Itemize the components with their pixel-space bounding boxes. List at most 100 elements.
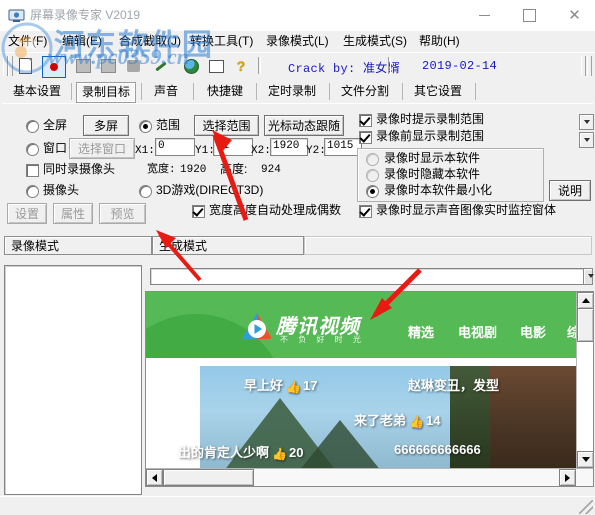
- preview-vertical-scrollbar[interactable]: [576, 292, 593, 468]
- radio-hide-app[interactable]: [366, 169, 379, 182]
- register-icon[interactable]: [205, 56, 227, 76]
- nav-featured[interactable]: 精选: [408, 322, 434, 341]
- checkbox-hint-range[interactable]: [359, 114, 372, 127]
- cursor-follow-button[interactable]: 光标动态跟随: [264, 115, 344, 136]
- scroll-up-button[interactable]: [577, 292, 593, 309]
- tab-divider-2: [141, 83, 142, 100]
- tab-timed-record[interactable]: 定时录制: [263, 82, 321, 101]
- tab-file-split[interactable]: 文件分割: [336, 82, 394, 101]
- file-list[interactable]: [4, 265, 142, 495]
- path-input[interactable]: [150, 268, 588, 285]
- radio-camera[interactable]: [26, 185, 39, 198]
- tab-basic-settings[interactable]: 基本设置: [8, 82, 66, 101]
- x2-label: X2:: [251, 145, 271, 157]
- pen-icon[interactable]: [150, 56, 172, 76]
- scroll-down-button[interactable]: [577, 451, 593, 468]
- thumbs-up-icon: 👍: [272, 447, 287, 461]
- radio-hide-app-label: 录像时隐藏本软件: [384, 167, 481, 181]
- danmaku-count: 17: [302, 378, 318, 393]
- x1-input[interactable]: 0: [155, 138, 195, 156]
- x2-input[interactable]: 1920: [270, 138, 308, 156]
- nav-variety[interactable]: 综: [567, 322, 576, 341]
- checkbox-auto-even[interactable]: [192, 205, 205, 218]
- radio-minimize-app[interactable]: [366, 185, 379, 198]
- resize-grip[interactable]: [579, 500, 593, 514]
- cut-icon[interactable]: [122, 56, 144, 76]
- toolbar-grip-4[interactable]: [587, 56, 592, 76]
- checkbox-record-camera-too[interactable]: [26, 164, 39, 177]
- menu-help[interactable]: 帮助(H): [416, 33, 463, 50]
- explain-button[interactable]: 说明: [549, 180, 591, 201]
- danmaku-item: 赵琳变丑，发型: [408, 375, 499, 394]
- menu-convert[interactable]: 转换工具(T): [187, 33, 256, 50]
- preview-frame: 腾讯视频 不 负 好 时 光 精选 电视剧 电影 综 早上好👍17 赵琳变丑，发: [145, 291, 594, 487]
- select-window-button[interactable]: 选择窗口: [69, 138, 135, 159]
- radio-fullscreen[interactable]: [26, 120, 39, 133]
- tab-other-settings[interactable]: 其它设置: [409, 82, 467, 101]
- horizontal-scroll-thumb[interactable]: [163, 469, 254, 486]
- checkbox-hint-range-label: 录像时提示录制范围: [376, 112, 485, 126]
- danmaku-text: 666666666666: [394, 442, 481, 457]
- scroll-left-button[interactable]: [146, 469, 163, 486]
- y2-label: Y2:: [306, 145, 326, 157]
- radio-show-app[interactable]: [366, 153, 379, 166]
- danmaku-item: 出的肯定人少啊 👍 20: [178, 442, 303, 461]
- select-range-button[interactable]: 选择范围: [194, 115, 259, 136]
- multiscreen-button[interactable]: 多屏: [83, 115, 129, 136]
- toolbar-separator-1: [258, 57, 261, 74]
- title-bar: 屏幕录像专家 V2019 ✕: [0, 0, 595, 32]
- dropdown-arrow-2[interactable]: [579, 132, 594, 148]
- toolbar-grip-3[interactable]: [581, 56, 586, 76]
- vertical-scroll-thumb[interactable]: [577, 308, 593, 342]
- radio-camera-label: 摄像头: [43, 183, 80, 197]
- dropdown-arrow-1[interactable]: [579, 114, 594, 130]
- preview-button[interactable]: 预览: [99, 203, 146, 224]
- tencent-video-body: 早上好 👍 17 赵琳变丑，发型 来了老弟 👍 14 出的肯定人少啊 👍 20 666666…: [146, 358, 576, 468]
- film-icon[interactable]: [72, 56, 94, 76]
- tab-divider-5: [329, 83, 330, 100]
- toolbar-separator-2: [388, 57, 391, 74]
- mode-tab-filler: [304, 236, 592, 255]
- menu-genmode[interactable]: 生成模式(S): [340, 33, 410, 50]
- minimize-button[interactable]: [462, 0, 507, 31]
- maximize-button[interactable]: [507, 0, 552, 31]
- radio-fullscreen-label: 全屏: [43, 118, 68, 132]
- close-button[interactable]: ✕: [552, 0, 595, 31]
- tab-hotkeys[interactable]: 快捷键: [201, 82, 249, 101]
- checkbox-monitor-window[interactable]: [359, 205, 372, 218]
- properties-button[interactable]: 属性: [53, 203, 93, 224]
- menu-edit[interactable]: 编辑(E): [59, 33, 105, 50]
- menu-recordmode[interactable]: 录像模式(L): [263, 33, 332, 50]
- radio-window[interactable]: [26, 143, 39, 156]
- checkbox-auto-even-label: 宽度高度自动处理成偶数: [209, 203, 342, 217]
- new-file-icon[interactable]: [14, 56, 36, 76]
- preview-horizontal-scrollbar[interactable]: [146, 468, 593, 486]
- danmaku-item: 早上好 👍 17: [244, 375, 317, 394]
- tab-record-target[interactable]: 录制目标: [76, 82, 136, 103]
- help-icon[interactable]: ?: [230, 56, 252, 76]
- danmaku-item: 来了老弟 👍 14: [354, 410, 440, 429]
- preview-canvas[interactable]: 腾讯视频 不 负 好 时 光 精选 电视剧 电影 综 早上好👍17 赵琳变丑，发: [146, 292, 576, 468]
- status-bar: [0, 496, 595, 515]
- mode-tab-record[interactable]: 录像模式: [4, 236, 152, 255]
- nav-tvseries[interactable]: 电视剧: [458, 322, 497, 341]
- record-icon[interactable]: [42, 56, 66, 78]
- x1-label: X1:: [135, 145, 155, 157]
- tencent-video-header: 腾讯视频 不 负 好 时 光 精选 电视剧 电影 综: [146, 292, 576, 358]
- film2-icon[interactable]: [97, 56, 119, 76]
- menu-file[interactable]: 文件(F): [5, 33, 50, 50]
- mode-tab-generate[interactable]: 生成模式: [152, 236, 304, 255]
- toolbar-grip-2[interactable]: [8, 56, 13, 76]
- y1-input[interactable]: 91: [213, 138, 253, 156]
- nav-movies[interactable]: 电影: [520, 322, 546, 341]
- settings-button[interactable]: 设置: [7, 203, 47, 224]
- globe-icon[interactable]: [180, 56, 202, 76]
- checkbox-show-range-before[interactable]: [359, 131, 372, 144]
- tab-sound[interactable]: 声音: [147, 82, 185, 101]
- radio-3d-game[interactable]: [139, 185, 152, 198]
- danmaku-text: 早上好: [244, 378, 284, 393]
- menu-compose[interactable]: 合成截取(J): [116, 33, 184, 50]
- tencent-video-logo-icon: [242, 312, 272, 340]
- scroll-right-button[interactable]: [559, 469, 576, 486]
- radio-range[interactable]: [139, 120, 152, 133]
